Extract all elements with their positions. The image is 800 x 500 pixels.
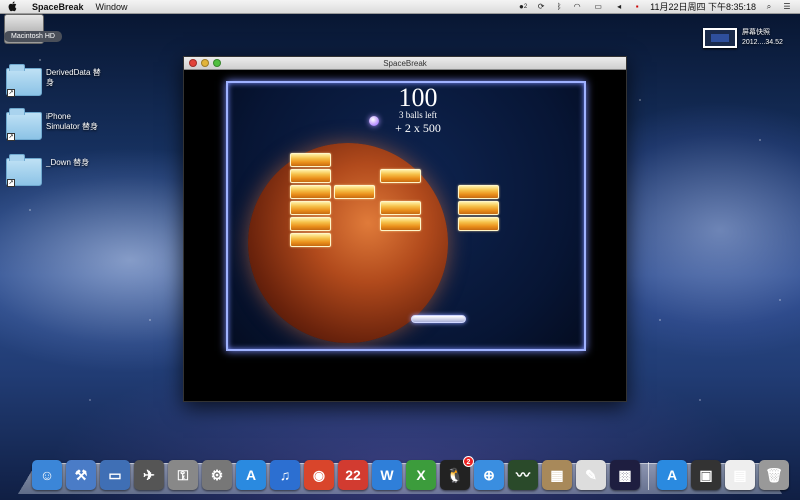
desktop-item-label: _Down 替身 <box>46 158 90 167</box>
desktop-item-down[interactable]: ↗ _Down 替身 <box>6 154 90 187</box>
dock-separator <box>648 462 649 490</box>
app-store-icon[interactable]: A <box>236 460 266 490</box>
battery-icon[interactable]: ▭ <box>590 2 606 12</box>
excel-icon[interactable]: X <box>406 460 436 490</box>
xcode-icon[interactable]: ⚒ <box>66 460 96 490</box>
menu-window[interactable]: Window <box>96 2 128 12</box>
calendar-icon[interactable]: 22 <box>338 460 368 490</box>
spotlight-icon[interactable]: ⌕ <box>764 2 774 12</box>
menu-app-name[interactable]: SpaceBreak <box>32 2 84 12</box>
brick <box>458 201 499 215</box>
spacebreak-window: SpaceBreak 100 3 balls left + 2 x 500 <box>183 56 627 402</box>
textedit-icon[interactable]: ✎ <box>576 460 606 490</box>
applications-stack-icon[interactable]: A <box>657 460 687 490</box>
alias-arrow-icon: ↗ <box>7 89 15 97</box>
word-icon[interactable]: W <box>372 460 402 490</box>
game-board[interactable]: 100 3 balls left + 2 x 500 <box>226 81 586 351</box>
qq-status-icon[interactable]: ● 2 <box>518 2 528 12</box>
bluetooth-icon[interactable]: ᛒ <box>554 2 564 12</box>
macintosh-hd-label: Macintosh HD <box>4 31 62 42</box>
archive-utility-icon[interactable]: ▦ <box>542 460 572 490</box>
keychain-icon[interactable]: ⚿ <box>168 460 198 490</box>
brick <box>290 153 331 167</box>
brick <box>458 185 499 199</box>
sync-icon[interactable]: ⟳ <box>536 2 546 12</box>
chrome-icon[interactable]: ◉ <box>304 460 334 490</box>
keyboard-flag-icon[interactable]: ▪ <box>632 2 642 12</box>
score-display: 100 <box>398 83 438 112</box>
brick <box>290 217 331 231</box>
notification-center-icon[interactable]: ☰ <box>782 2 792 12</box>
screenshot-title: 屏幕快照 <box>742 29 770 36</box>
notification-badge: 2 <box>463 456 474 467</box>
brick <box>290 185 331 199</box>
alias-arrow-icon: ↗ <box>7 179 15 187</box>
downloads-stack-icon[interactable]: ▣ <box>691 460 721 490</box>
brick <box>380 169 421 183</box>
window-title: SpaceBreak <box>383 58 427 68</box>
desktop-item-deriveddata[interactable]: ↗ DerivedData 替身 <box>6 64 106 97</box>
trash-icon[interactable]: 🗑 <box>759 460 789 490</box>
brick <box>380 217 421 231</box>
qq-status-count: 2 <box>523 3 528 10</box>
folder-icon: ↗ <box>6 64 42 97</box>
finder-icon[interactable]: ☺ <box>32 460 62 490</box>
menu-bar: SpaceBreak Window ● 2 ⟳ ᛒ ◠ ▭ ◂ ▪ 11月22日周… <box>0 0 800 14</box>
desktop-item-iphone-simulator[interactable]: ↗ iPhone Simulator 替身 <box>6 108 106 141</box>
volume-icon[interactable]: ◂ <box>614 2 624 12</box>
preview-icon[interactable]: ▭ <box>100 460 130 490</box>
brick <box>334 185 375 199</box>
window-titlebar[interactable]: SpaceBreak <box>184 57 626 70</box>
desktop-item-label: DerivedData 替身 <box>46 68 101 87</box>
document-stack-icon[interactable]: ▤ <box>725 460 755 490</box>
qq-icon[interactable]: 🐧 2 <box>440 456 474 490</box>
screenshot-file-label: 屏幕快照 2012....34.52 <box>742 28 783 48</box>
activity-monitor-icon[interactable]: 〰 <box>508 460 538 490</box>
paddle[interactable] <box>411 315 466 323</box>
brick <box>290 201 331 215</box>
menu-extras: ● 2 ⟳ ᛒ ◠ ▭ ◂ ▪ 11月22日周四 下午8:35:18 ⌕ ☰ <box>518 0 792 13</box>
spacebreak-icon[interactable]: ▩ <box>610 460 640 490</box>
launchpad-icon[interactable]: ✈ <box>134 460 164 490</box>
safari-icon[interactable]: ⊕ <box>474 460 504 490</box>
brick <box>458 217 499 231</box>
balls-left-text: 3 balls left <box>399 110 437 120</box>
brick <box>380 201 421 215</box>
bonus-text: + 2 x 500 <box>395 121 441 135</box>
folder-icon: ↗ <box>6 154 42 187</box>
brick <box>290 169 331 183</box>
menu-clock[interactable]: 11月22日周四 下午8:35:18 <box>650 0 756 13</box>
desktop-item-label: iPhone Simulator 替身 <box>46 112 99 131</box>
screenshot-file-icon[interactable] <box>703 28 737 48</box>
ball <box>369 116 379 126</box>
itunes-icon[interactable]: ♫ <box>270 460 300 490</box>
alias-arrow-icon: ↗ <box>7 133 15 141</box>
dock: ☺ ⚒ ▭ ✈ ⚿ ⚙ A ♫ ◉ 22 W X 🐧 2 ⊕ 〰 ▦ ✎ ▩ A ▣ ▤ 🗑 <box>32 456 789 490</box>
screenshot-subtitle: 2012....34.52 <box>742 39 783 46</box>
folder-icon: ↗ <box>6 108 42 141</box>
wifi-icon[interactable]: ◠ <box>572 2 582 12</box>
brick <box>290 233 331 247</box>
apple-menu-icon[interactable] <box>8 1 22 13</box>
system-preferences-icon[interactable]: ⚙ <box>202 460 232 490</box>
